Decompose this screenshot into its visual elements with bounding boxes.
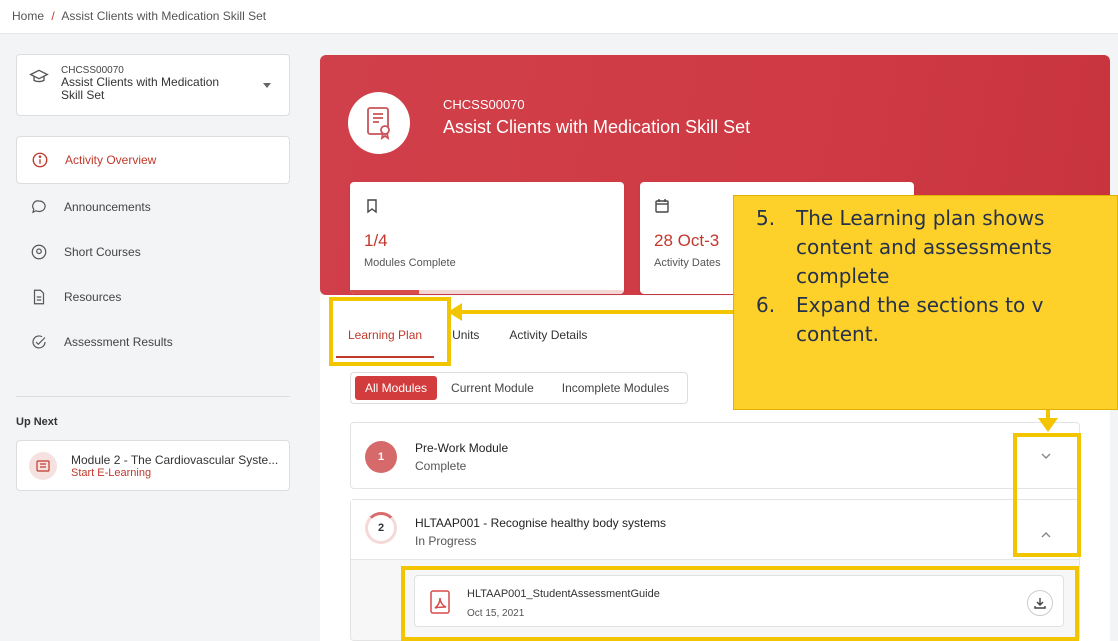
sidebar-item-label: Resources [64, 289, 122, 304]
up-next-label: Up Next [16, 416, 58, 428]
module-title: HLTAAP001 - Recognise healthy body syste… [415, 516, 667, 530]
sidebar-item-announcements[interactable]: Announcements [16, 184, 290, 229]
location-pin-icon [31, 244, 47, 259]
filter-all-modules[interactable]: All Modules [355, 376, 438, 400]
course-tabs: Learning Plan Units Activity Details [336, 320, 605, 358]
hero-course-code: CHCSS00070 [443, 97, 525, 112]
modules-complete-card: 1/4 Modules Complete [350, 182, 624, 294]
up-next-title: Module 2 - The Cardiovascular Syste... [71, 452, 279, 467]
sidebar-divider [16, 396, 290, 397]
sidebar-item-label: Assessment Results [64, 334, 173, 349]
elearning-icon [29, 451, 57, 480]
tab-learning-plan[interactable]: Learning Plan [336, 320, 435, 358]
module-row-prework[interactable]: 1 Pre-Work Module Complete [350, 422, 1080, 489]
calendar-icon [655, 199, 669, 213]
module-status: In Progress [415, 534, 477, 548]
filter-current-module[interactable]: Current Module [437, 376, 548, 400]
course-selector[interactable]: CHCSS00070 Assist Clients with Medicatio… [16, 54, 290, 116]
resource-file-item[interactable]: HLTAAP001_StudentAssessmentGuide Oct 15,… [414, 575, 1064, 627]
sidebar-item-label: Activity Overview [65, 153, 157, 167]
modules-progress-bar [350, 290, 624, 294]
callout-text: content. [796, 322, 879, 346]
course-name: Assist Clients with Medication Skill Set [61, 75, 220, 102]
annotation-arrow-head-left [448, 303, 462, 321]
module-number-badge: 2 [365, 512, 397, 544]
graduation-cap-icon [29, 69, 49, 83]
file-date: Oct 15, 2021 [467, 608, 525, 619]
module-number-badge: 1 [365, 441, 397, 473]
module-header[interactable]: 2 HLTAAP001 - Recognise healthy body sys… [351, 500, 1079, 560]
filter-incomplete-modules[interactable]: Incomplete Modules [548, 376, 683, 400]
instruction-callout: 5. The Learning plan shows content and as… [733, 195, 1118, 410]
sidebar-nav: Activity Overview Announcements Short Co… [16, 136, 290, 364]
chevron-up-icon[interactable] [1039, 528, 1053, 542]
chat-bubble-icon [32, 199, 46, 213]
sidebar-item-label: Announcements [64, 199, 151, 214]
dropdown-caret-icon [263, 83, 271, 88]
hero-course-title: Assist Clients with Medication Skill Set [443, 117, 751, 137]
tab-units[interactable]: Units [440, 320, 491, 358]
up-next-card[interactable]: Module 2 - The Cardiovascular Syste... S… [16, 440, 290, 491]
module-title: Pre-Work Module [415, 441, 509, 455]
sidebar-item-resources[interactable]: Resources [16, 274, 290, 319]
up-next-action: Start E-Learning [71, 466, 152, 479]
sidebar-item-activity-overview[interactable]: Activity Overview [16, 136, 290, 184]
callout-item-number: 5. [756, 206, 776, 230]
sidebar-item-label: Short Courses [64, 244, 141, 259]
breadcrumb: Home / Assist Clients with Medication Sk… [0, 0, 1118, 34]
callout-item-number: 6. [756, 293, 776, 317]
annotation-arrow-line [458, 310, 736, 314]
modules-progress-fill [350, 290, 419, 294]
sidebar-item-assessment-results[interactable]: Assessment Results [16, 319, 290, 364]
modules-complete-value: 1/4 [364, 231, 388, 250]
annotation-arrow-head-down [1038, 418, 1058, 432]
tab-activity-details[interactable]: Activity Details [497, 320, 599, 358]
download-button[interactable] [1027, 590, 1053, 616]
check-circle-icon [32, 334, 46, 349]
callout-text: content and assessments [796, 235, 1052, 259]
document-icon [33, 289, 45, 304]
certificate-icon [348, 92, 410, 154]
module-status: Complete [415, 459, 467, 473]
breadcrumb-current: Assist Clients with Medication Skill Set [61, 9, 267, 23]
sidebar-item-short-courses[interactable]: Short Courses [16, 229, 290, 274]
module-filter: All Modules Current Module Incomplete Mo… [350, 372, 689, 404]
file-name: HLTAAP001_StudentAssessmentGuide [467, 588, 660, 600]
callout-text: Expand the sections to v [796, 293, 1044, 317]
bookmark-icon [367, 199, 377, 214]
callout-text: The Learning plan shows [796, 206, 1045, 230]
pdf-icon [430, 590, 450, 614]
breadcrumb-separator: / [51, 9, 55, 23]
chevron-down-icon[interactable] [1039, 449, 1053, 463]
breadcrumb-home-link[interactable]: Home [12, 9, 44, 23]
callout-text: complete [796, 264, 890, 288]
modules-complete-label: Modules Complete [364, 257, 456, 269]
info-icon [32, 152, 48, 168]
download-icon [1034, 598, 1046, 609]
